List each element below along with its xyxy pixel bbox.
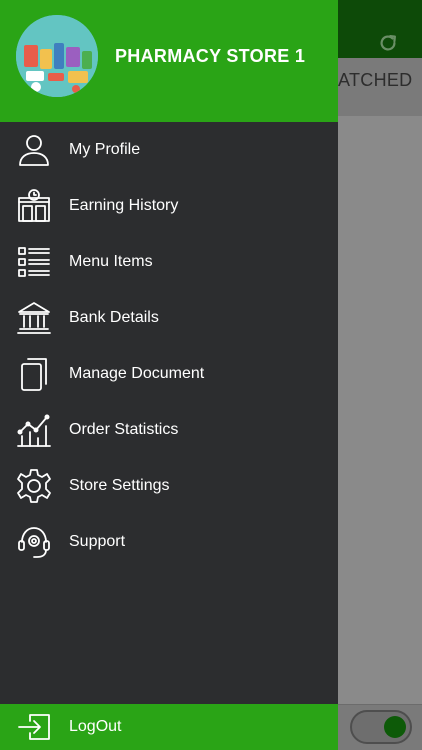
menu-label-bank-details: Bank Details — [69, 309, 159, 326]
headset-icon — [18, 527, 50, 558]
refresh-icon[interactable] — [377, 32, 399, 54]
app-screen: ATCHED PHARMACY STORE 1 My Profile Earni… — [0, 0, 422, 750]
menu-item-my-profile[interactable]: My Profile — [0, 122, 338, 178]
menu-item-bank-details[interactable]: Bank Details — [0, 290, 338, 346]
store-logo-image — [16, 15, 98, 97]
user-icon — [19, 135, 49, 166]
store-clock-icon — [18, 189, 50, 222]
menu-label-menu-items: Menu Items — [69, 253, 153, 270]
gear-icon — [17, 469, 51, 503]
documents-icon — [21, 358, 47, 391]
navigation-drawer: PHARMACY STORE 1 My Profile Earning Hist… — [0, 0, 338, 750]
tab-dispatched[interactable]: ATCHED — [338, 70, 412, 91]
chart-icon — [17, 414, 51, 447]
menu-item-support[interactable]: Support — [0, 514, 338, 570]
menu-item-manage-document[interactable]: Manage Document — [0, 346, 338, 402]
store-avatar[interactable] — [16, 15, 98, 97]
logout-icon — [18, 714, 50, 740]
logout-button[interactable]: LogOut — [0, 704, 338, 750]
menu-item-store-settings[interactable]: Store Settings — [0, 458, 338, 514]
list-icon — [18, 247, 50, 277]
menu-label-store-settings: Store Settings — [69, 477, 170, 494]
drawer-menu: My Profile Earning History Menu Items Ba… — [0, 122, 338, 570]
menu-label-order-statistics: Order Statistics — [69, 421, 179, 438]
menu-label-my-profile: My Profile — [69, 141, 141, 158]
menu-label-manage-document: Manage Document — [69, 365, 205, 382]
store-name: PHARMACY STORE 1 — [115, 46, 306, 66]
menu-item-menu-items[interactable]: Menu Items — [0, 234, 338, 290]
toggle-knob — [384, 716, 406, 738]
bank-icon — [17, 302, 51, 334]
logout-label: LogOut — [69, 718, 122, 735]
menu-label-support: Support — [69, 533, 126, 550]
menu-item-earning-history[interactable]: Earning History — [0, 178, 338, 234]
menu-item-order-statistics[interactable]: Order Statistics — [0, 402, 338, 458]
online-toggle[interactable] — [350, 710, 412, 744]
drawer-header: PHARMACY STORE 1 — [0, 0, 338, 122]
menu-label-earning-history: Earning History — [69, 197, 179, 214]
